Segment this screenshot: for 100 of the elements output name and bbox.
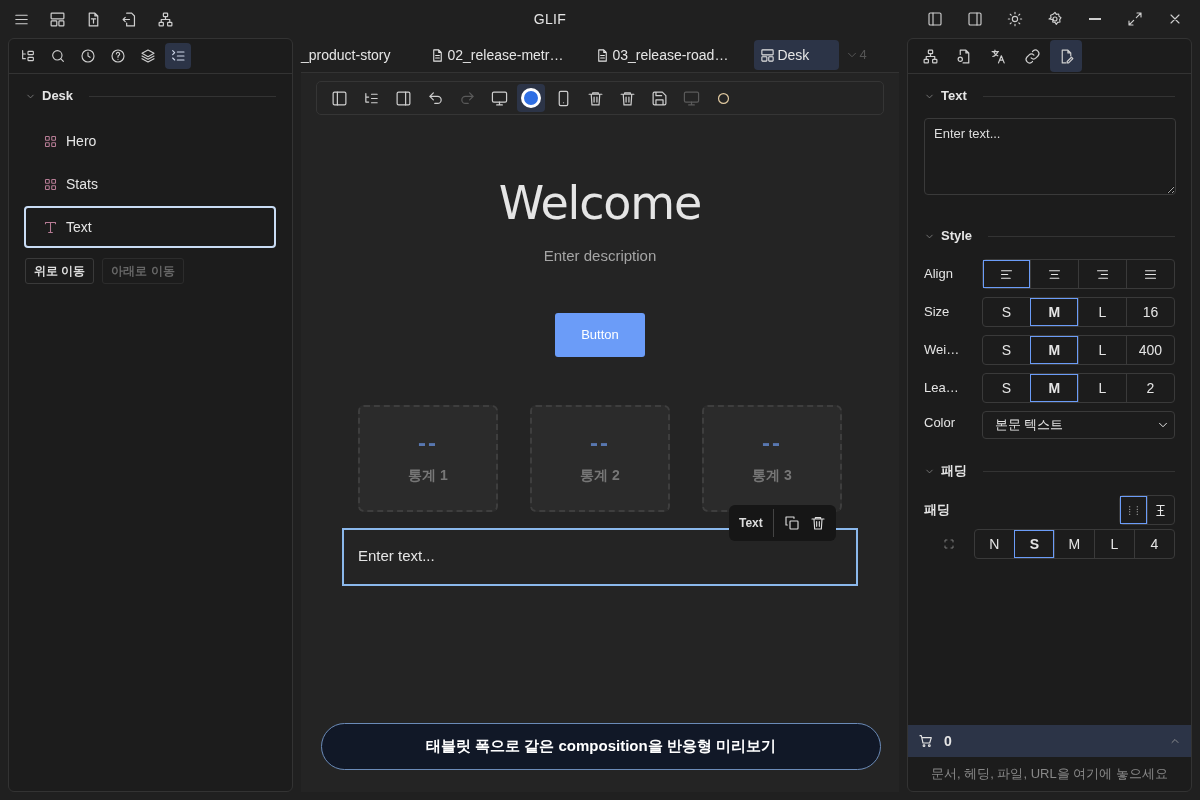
text-input[interactable]: Enter text... (924, 118, 1176, 195)
trash-icon (618, 89, 636, 107)
settings-button[interactable] (1046, 10, 1064, 28)
item-label: Stats (66, 174, 98, 194)
stat-value: -- (762, 430, 782, 455)
grid-icon (43, 133, 58, 149)
field-label: Size (924, 303, 951, 322)
cart-bar[interactable]: 0 (908, 725, 1191, 757)
stat-label: 통계 1 (408, 465, 448, 485)
field-label: Lea… (924, 379, 960, 398)
tree-icon (20, 48, 36, 64)
outline-item[interactable]: Hero (24, 120, 276, 162)
minimize-icon (1089, 18, 1101, 20)
stat-label: 통계 3 (752, 465, 792, 485)
option-button[interactable]: 400 (1125, 336, 1174, 364)
sidebar-left-button[interactable] (926, 10, 944, 28)
sun-icon (1007, 11, 1023, 27)
section-title: Style (941, 227, 973, 246)
item-label: Hero (66, 131, 97, 151)
link-icon (1023, 47, 1041, 65)
tab-label: 02_release-metr… (447, 45, 564, 65)
editor-tab[interactable]: 03_release-road… (589, 40, 735, 70)
field-label: Wei… (924, 341, 961, 360)
option-button[interactable]: N (974, 530, 1014, 558)
sun-button[interactable] (1006, 10, 1024, 28)
option-button[interactable]: S (982, 374, 1030, 402)
monitor-icon (490, 89, 508, 107)
search-icon (50, 48, 66, 64)
description: Enter description (543, 246, 657, 266)
toolbar-button[interactable] (517, 84, 545, 112)
panel-tab[interactable] (1050, 40, 1082, 72)
settings-icon (1047, 11, 1063, 27)
layout-button[interactable] (48, 10, 66, 28)
tab-label: Desk (777, 45, 810, 65)
layers-icon (140, 48, 156, 64)
sidebar-left-icon (927, 11, 943, 27)
option-button[interactable]: M (1029, 374, 1078, 402)
file-import-button[interactable] (120, 10, 138, 28)
option-button[interactable]: M (1029, 336, 1078, 364)
monitor-icon (682, 89, 700, 107)
help-icon (110, 48, 126, 64)
tab-label: _product-story (301, 45, 391, 65)
layout-icon (760, 47, 776, 63)
grid-icon (43, 176, 58, 192)
cart-count: 0 (944, 731, 953, 751)
option-button[interactable]: S (982, 298, 1030, 326)
copy-icon (783, 515, 800, 531)
sidebar-right-icon (394, 89, 412, 107)
color-select[interactable]: 본문 텍스트 (981, 411, 1175, 439)
option-button[interactable]: 16 (1125, 298, 1174, 326)
translate-icon (989, 47, 1007, 65)
option-button[interactable] (1120, 496, 1147, 524)
stat-value: -- (590, 430, 610, 455)
option-button[interactable]: 4 (1134, 530, 1175, 558)
preview-button[interactable]: 태블릿 폭으로 같은 composition을 반응형 미리보기 (321, 723, 881, 770)
stat-label: 통계 2 (580, 465, 620, 485)
sidebar-right-icon (967, 11, 983, 27)
undo-icon (426, 89, 444, 107)
option-button[interactable]: M (1053, 530, 1094, 558)
type-icon (43, 219, 58, 235)
option-button[interactable]: L (1077, 336, 1126, 364)
delete-button[interactable] (809, 515, 826, 531)
maximize-icon (1127, 11, 1143, 27)
clock-icon (80, 48, 96, 64)
option-button[interactable]: S (1013, 530, 1054, 558)
move-button[interactable]: 위로 이동 (25, 258, 95, 284)
option-button[interactable]: L (1093, 530, 1134, 558)
editor-tab[interactable]: Desk (754, 40, 840, 70)
outline-item[interactable]: Stats (24, 163, 276, 205)
field-label: Align (924, 265, 954, 284)
sidebar-right-button[interactable] (966, 10, 984, 28)
option-button[interactable]: 2 (1125, 374, 1174, 402)
hierarchy-icon (921, 47, 939, 65)
section-title: Text (941, 87, 967, 106)
maximize-button[interactable] (1126, 10, 1144, 28)
option-button[interactable]: M (1029, 298, 1078, 326)
sidebar-left-icon (330, 89, 348, 107)
hierarchy-button[interactable] (156, 10, 174, 28)
option-button[interactable]: L (1077, 298, 1126, 326)
option-button[interactable] (982, 260, 1030, 288)
duplicate-button[interactable] (783, 515, 800, 531)
corners-icon (942, 538, 955, 550)
file-import-icon (120, 10, 138, 28)
field-label: 패딩 (924, 501, 950, 520)
heading: Welcome (498, 175, 702, 231)
save-icon (650, 89, 668, 107)
field-label: Color (924, 414, 957, 432)
section-title: Desk (42, 87, 74, 106)
option-button[interactable]: L (1077, 374, 1126, 402)
hierarchy-icon (156, 10, 174, 28)
editor-tab[interactable]: _product-story (295, 40, 397, 70)
option-button[interactable]: S (982, 336, 1030, 364)
text-block[interactable]: Enter text... (342, 527, 858, 586)
editor-tab[interactable]: 02_release-metr… (424, 40, 570, 70)
stat-value: -- (418, 430, 438, 455)
section-title: 패딩 (941, 462, 967, 481)
redo-icon (458, 89, 476, 107)
trash-icon (586, 89, 604, 107)
outline-item[interactable]: Text (24, 206, 276, 248)
list-icon (170, 48, 186, 64)
